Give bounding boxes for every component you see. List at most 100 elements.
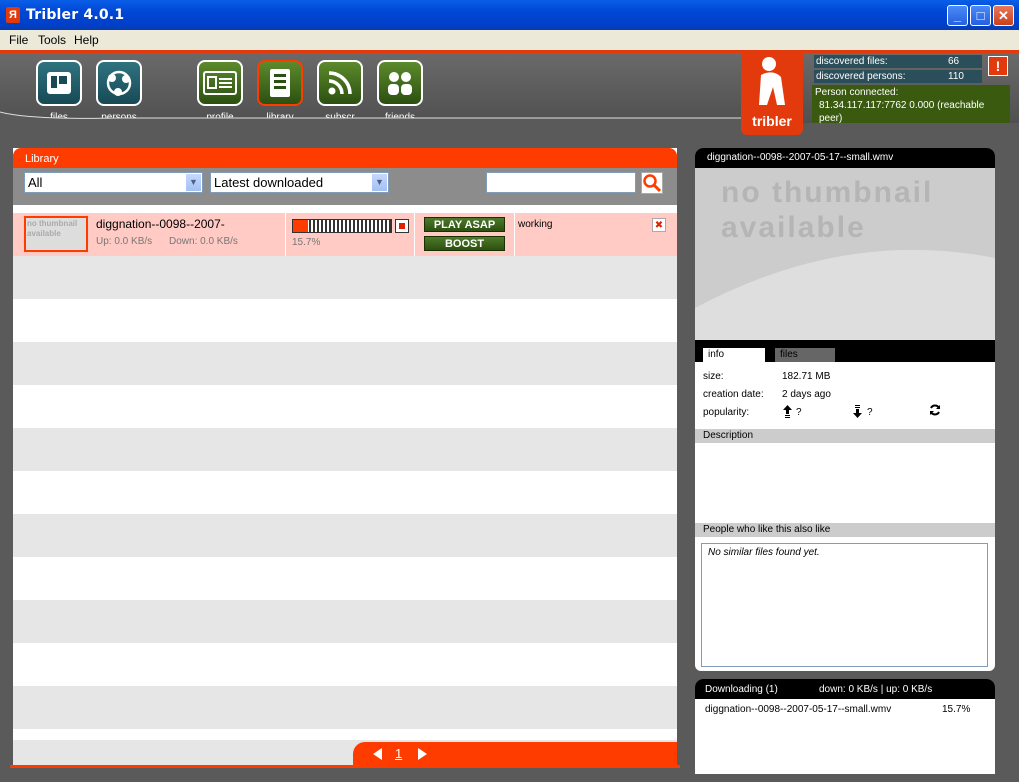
downloading-item-pct: 15.7% [942,704,971,715]
profile-button[interactable] [197,60,243,106]
row-name[interactable]: diggnation--0098--2007- [96,217,225,231]
popularity-label: popularity: [703,407,750,418]
subscr-button[interactable] [317,60,363,106]
prev-page-icon[interactable] [373,748,383,760]
category-select[interactable]: All ▼ [24,172,203,193]
persons-button[interactable] [96,60,142,106]
chevron-down-icon[interactable]: ▼ [186,174,201,191]
creation-date-label: creation date: [703,389,764,400]
library-button[interactable] [257,60,303,106]
search-button[interactable] [641,172,663,194]
downloading-rates: down: 0 KB/s | up: 0 KB/s [819,684,933,695]
similar-empty-text: No similar files found yet. [708,547,820,558]
list-item [13,342,677,385]
downloading-item-name[interactable]: diggnation--0098--2007-05-17--small.wmv [705,704,891,715]
stop-icon [399,223,405,229]
library-title: Library [25,153,59,165]
downloading-header: Downloading (1) down: 0 KB/s | up: 0 KB/… [695,679,995,699]
description-header: Description [695,429,995,443]
menu-tools[interactable]: Tools [38,33,66,47]
thumb-text-1: no thumbnail [721,176,934,209]
detail-panel: diggnation--0098--2007-05-17--small.wmv … [695,148,995,671]
similar-header: People who like this also like [695,523,995,537]
row-status: working [518,219,553,230]
bottom-accent [10,765,680,768]
category-select-value: All [28,175,43,190]
progress-fill [293,220,309,232]
leechers-down-icon [853,405,862,418]
menu-file[interactable]: File [9,33,28,47]
person-connected-value: 81.34.117.117:7762 0.000 (reachable peer… [819,100,985,124]
list-item [13,600,677,643]
close-button[interactable]: ✕ [993,5,1014,26]
alert-icon[interactable]: ! [988,56,1008,76]
tab-info[interactable]: info [703,348,765,362]
row-up-rate: Up: 0.0 KB/s [96,236,153,247]
friends-icon [388,72,412,95]
filter-bar: All ▼ Latest downloaded ▼ [13,168,677,205]
files-icon [47,72,71,94]
play-asap-button[interactable]: PLAY ASAP [424,217,505,232]
list-item [13,385,677,428]
list-item [13,256,677,299]
creation-date-value: 2 days ago [782,389,831,400]
discovered-persons-value: 110 [946,70,982,83]
pager: 1 [353,742,677,766]
discovered-persons-label: discovered persons: [814,70,946,83]
tab-files[interactable]: files [775,348,835,362]
row-thumb-text-1: no thumbnail [27,219,78,228]
profile-icon [203,71,237,95]
boost-button[interactable]: BOOST [424,236,505,251]
stop-button[interactable] [395,219,409,233]
row-thumb-text-2: available [27,229,61,238]
remove-icon[interactable]: ✖ [652,218,666,232]
list-item [13,299,677,342]
thumb-text-2: available [721,211,866,244]
person-connected-label: Person connected: [815,87,899,98]
size-label: size: [703,371,724,382]
detail-title: diggnation--0098--2007-05-17--small.wmv [707,152,894,163]
similar-files-list[interactable]: No similar files found yet. [701,543,988,667]
minimize-button[interactable]: _ [947,5,968,26]
page-number[interactable]: 1 [395,746,402,761]
divider [414,213,415,256]
divider [514,213,515,256]
detail-tabs: info files [695,340,995,362]
list-item [13,471,677,514]
search-input[interactable] [486,172,636,193]
friends-button[interactable] [377,60,423,106]
tribler-logo-text: tribler [752,113,792,129]
menu-help[interactable]: Help [74,33,99,47]
row-progress-pct: 15.7% [292,237,321,248]
downloading-panel: Downloading (1) down: 0 KB/s | up: 0 KB/… [695,679,995,774]
next-page-icon[interactable] [417,748,427,760]
person-connected: Person connected: 81.34.117.117:7762 0.0… [812,85,1010,124]
seeders-up-icon [783,405,792,418]
chevron-down-icon[interactable]: ▼ [372,174,387,191]
tribler-logo: tribler [741,53,803,135]
list-item [13,557,677,600]
library-icon [270,69,290,97]
detail-thumbnail: no thumbnail available [695,168,995,340]
list-item [13,428,677,471]
app-icon: Я [6,7,20,23]
library-panel: Library All ▼ Latest downloaded ▼ no thu… [13,148,677,766]
detail-header: diggnation--0098--2007-05-17--small.wmv [695,148,995,168]
seeders-value: ? [796,407,802,418]
menu-bar: File Tools Help [0,30,1019,53]
size-value: 182.71 MB [782,371,831,382]
row-thumbnail: no thumbnail available [24,216,88,252]
discovered-files-value: 66 [946,55,982,68]
discovered-files-label: discovered files: [814,55,946,68]
library-row[interactable]: no thumbnail available diggnation--0098-… [13,213,677,256]
row-down-rate: Down: 0.0 KB/s [169,236,238,247]
persons-icon [106,70,132,96]
files-button[interactable] [36,60,82,106]
sort-select[interactable]: Latest downloaded ▼ [210,172,389,193]
refresh-icon[interactable] [929,404,941,416]
list-item [13,514,677,557]
divider [285,213,286,256]
maximize-button[interactable]: □ [970,5,991,26]
search-icon [643,174,662,193]
tribler-logo-icon [759,57,785,105]
